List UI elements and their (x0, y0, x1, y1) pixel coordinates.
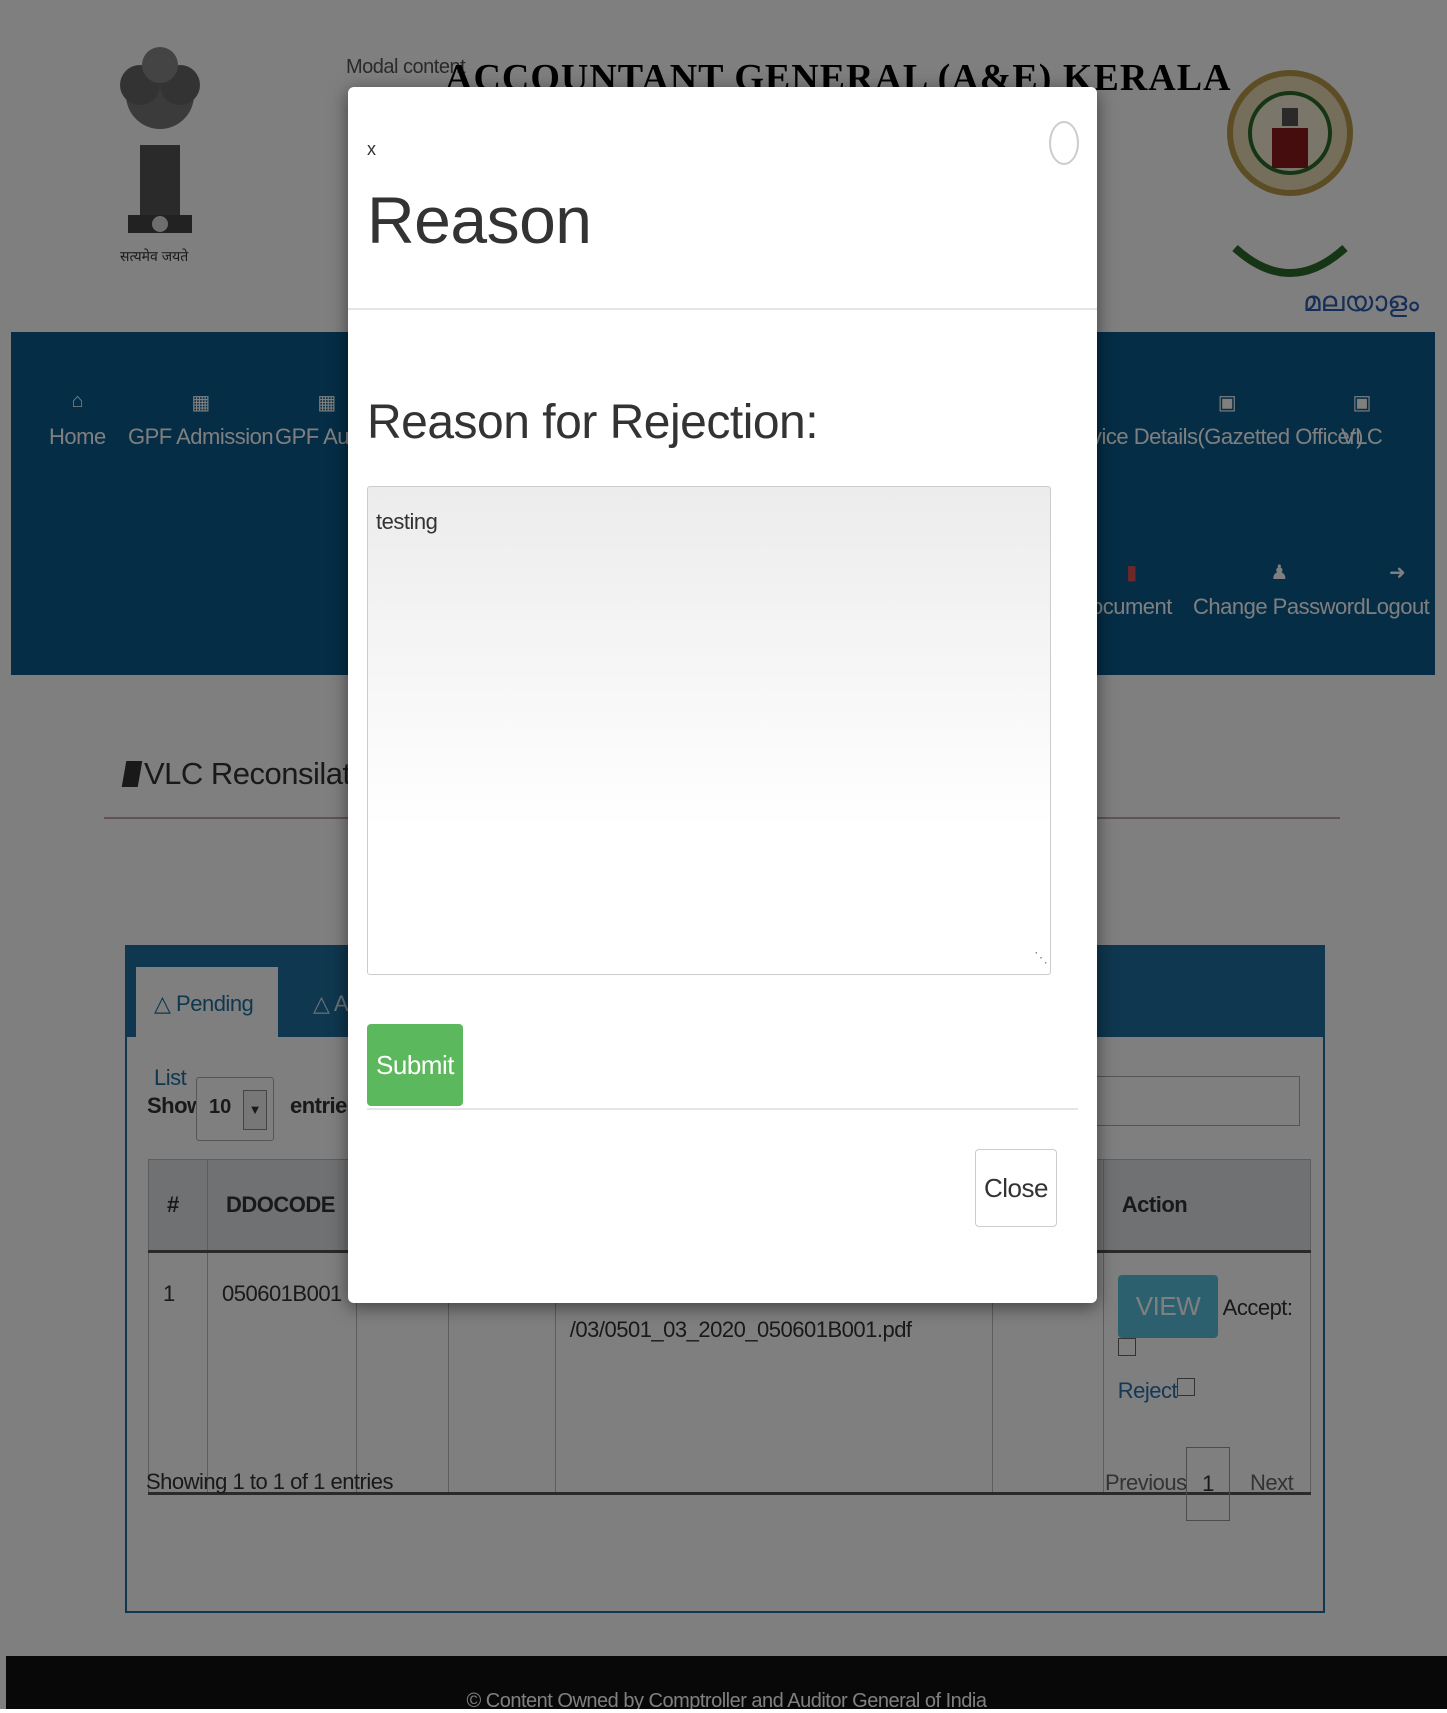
reason-textarea[interactable]: testing (367, 486, 1051, 975)
submit-button[interactable]: Submit (367, 1024, 463, 1106)
reason-modal: x Reason Reason for Rejection: testing ⋱… (348, 87, 1097, 1303)
modal-title: Reason (367, 183, 592, 257)
modal-header-divider (348, 308, 1097, 310)
loading-ring-icon (1049, 121, 1079, 165)
reason-field-label: Reason for Rejection: (367, 396, 819, 449)
modal-footer-divider (367, 1108, 1078, 1110)
resize-grip-icon[interactable]: ⋱ (1034, 949, 1048, 966)
close-button[interactable]: Close (975, 1149, 1057, 1227)
modal-close-x[interactable]: x (367, 139, 376, 160)
